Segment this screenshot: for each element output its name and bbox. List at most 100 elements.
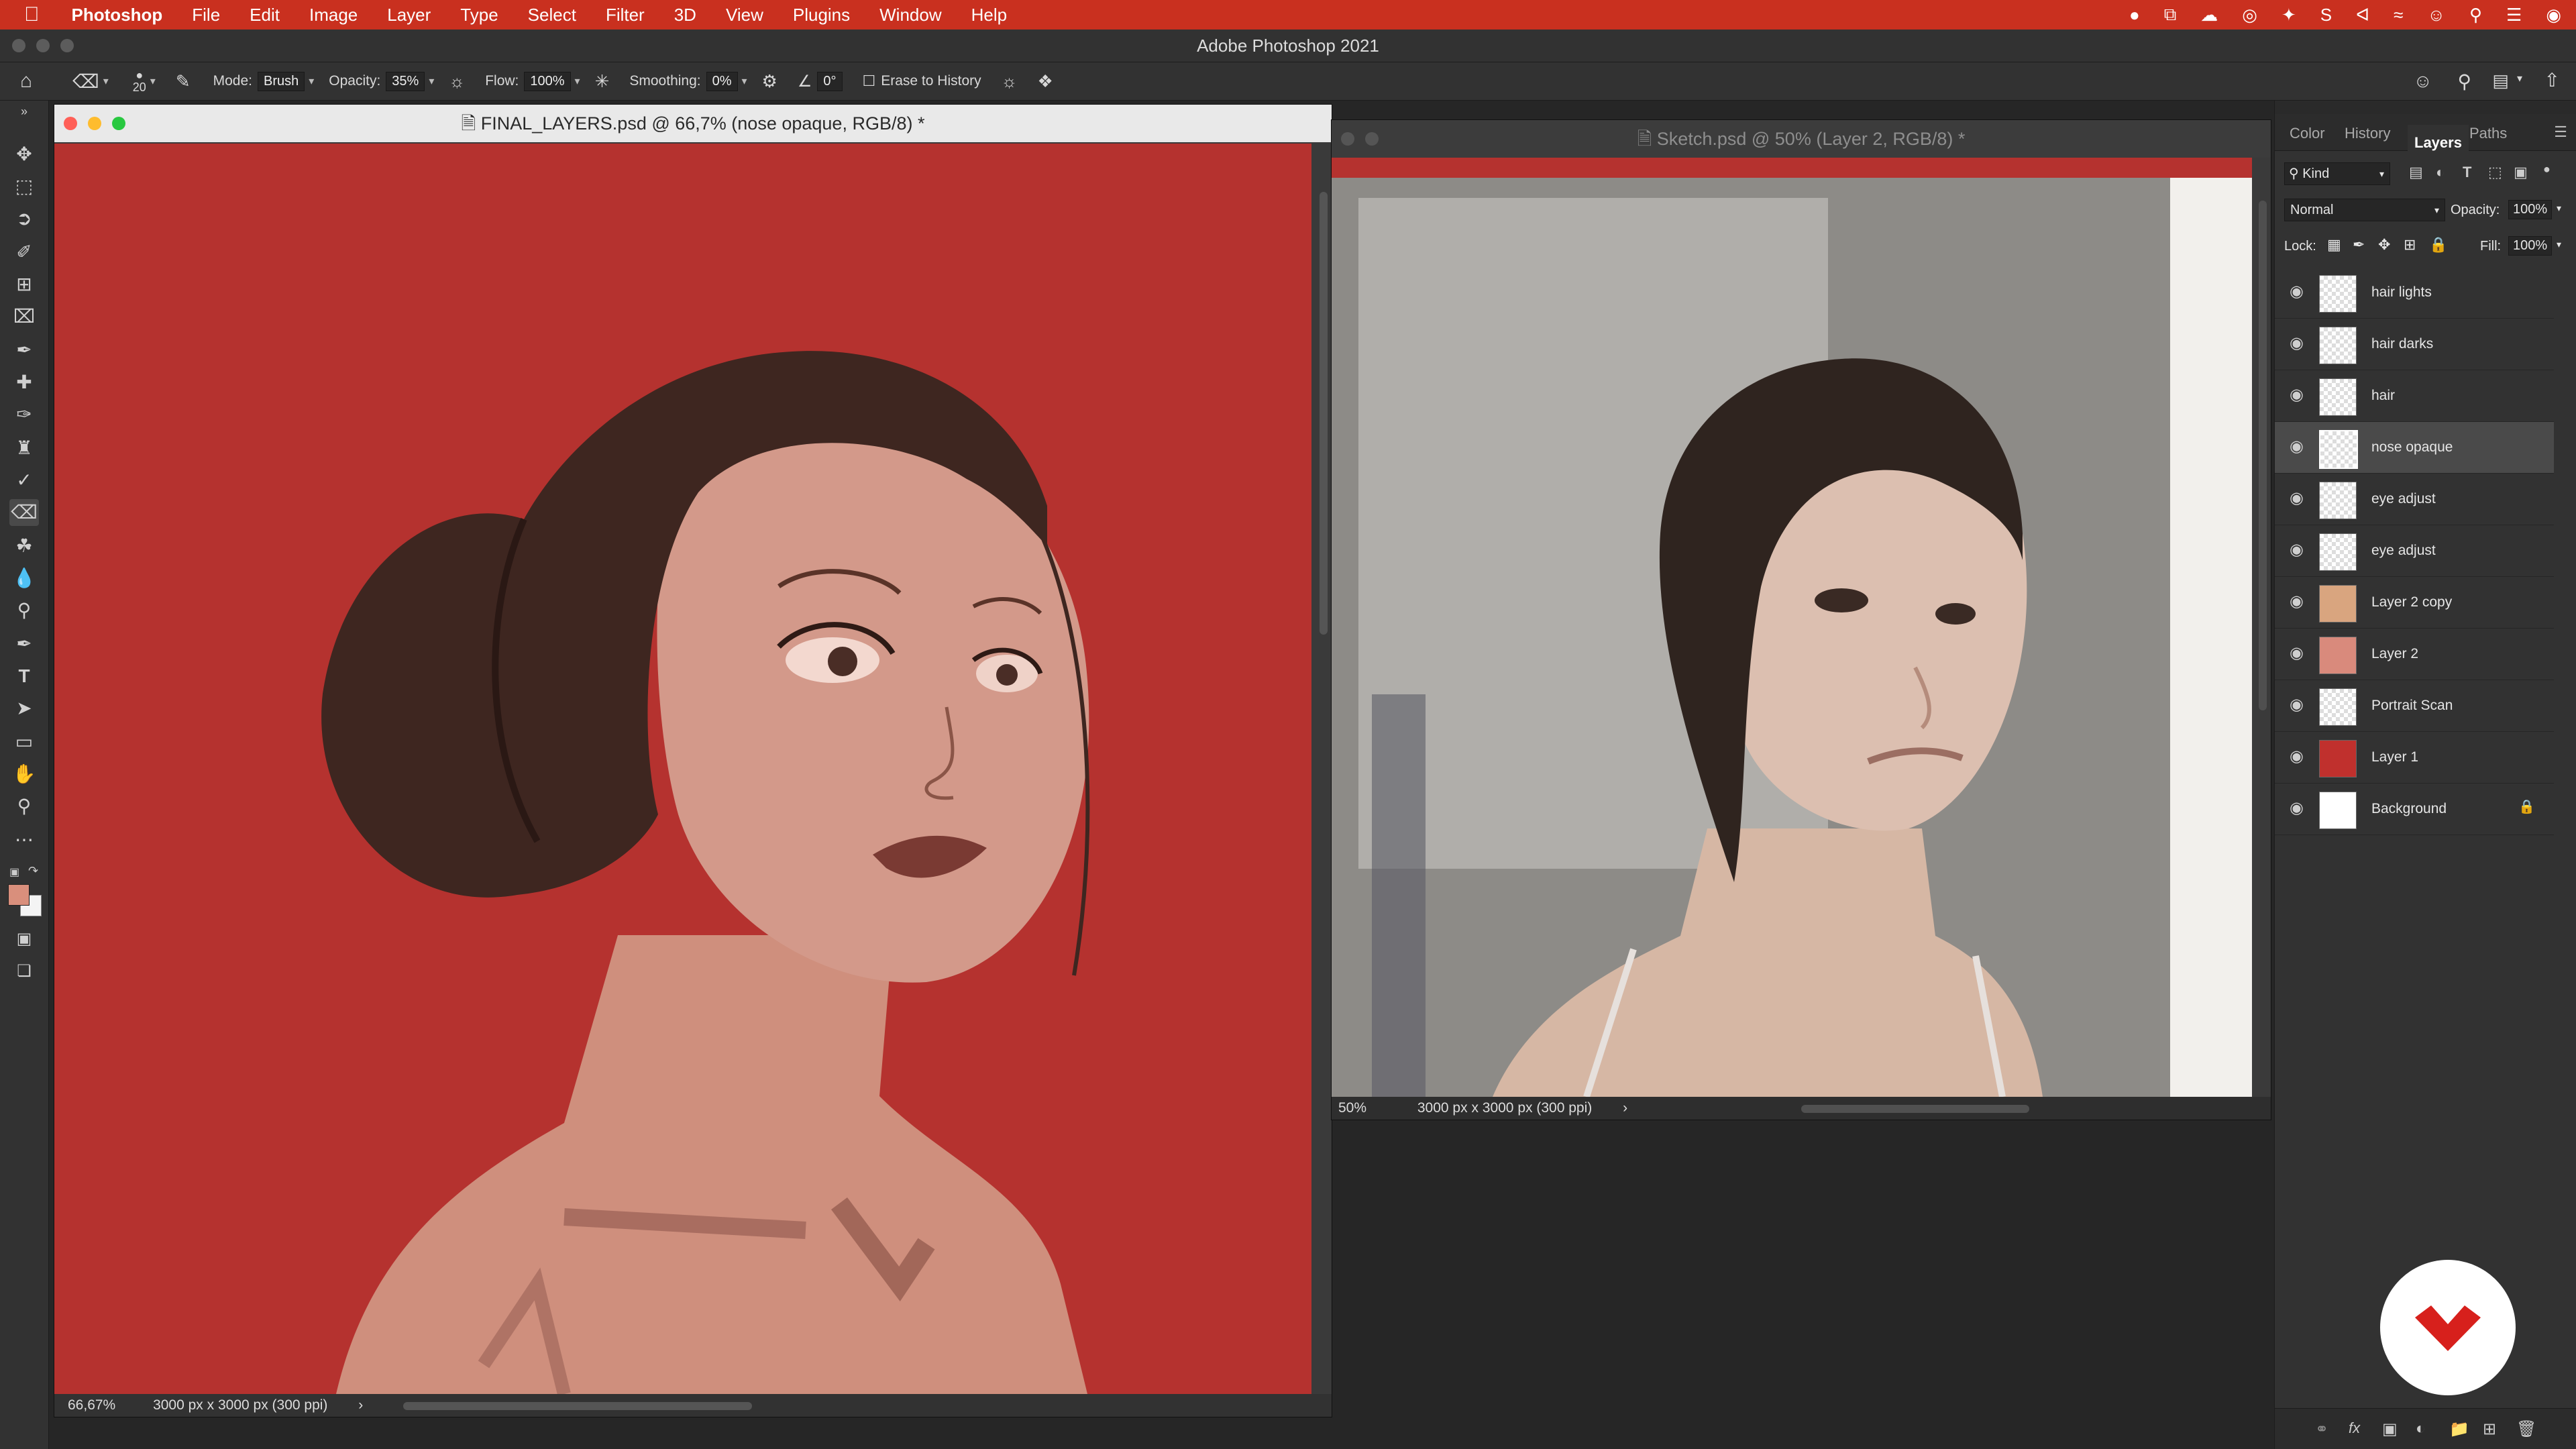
opacity-field[interactable]: 35% <box>386 71 425 91</box>
eye-visibility-icon[interactable]: ◉ <box>2290 437 2304 456</box>
airbrush-icon[interactable]: ✳ <box>595 71 610 92</box>
layer-row[interactable]: ◉ hair darks <box>2275 319 2554 370</box>
menu-select[interactable]: Select <box>528 5 576 25</box>
home-icon[interactable]: ⌂ <box>20 70 32 93</box>
spotlight-icon[interactable]: ⚲ <box>2469 5 2482 25</box>
vertical-scrollbar[interactable] <box>1320 192 1328 635</box>
pressure-size-icon[interactable]: ☼ <box>1002 71 1018 92</box>
opacity-chevron-icon[interactable]: ▾ <box>429 74 434 88</box>
tab-history[interactable]: History <box>2345 125 2390 142</box>
eye-visibility-icon[interactable]: ◉ <box>2290 695 2304 714</box>
document-tab-sketch[interactable]: 🗎 Sketch.psd @ 50% (Layer 2, RGB/8) * <box>1332 120 2271 158</box>
badge-icon[interactable]: ✦ <box>2282 5 2296 25</box>
crop-tool-icon[interactable]: ⊞ <box>9 271 39 298</box>
blend-mode-select[interactable]: Normal ▾ <box>2284 199 2445 221</box>
layer-name[interactable]: Portrait Scan <box>2371 698 2453 714</box>
menu-view[interactable]: View <box>726 5 763 25</box>
layer-row[interactable]: ◉ Layer 1 <box>2275 732 2554 784</box>
menu-image[interactable]: Image <box>309 5 358 25</box>
bluetooth-icon[interactable]: ᐊ <box>2356 5 2369 25</box>
paint-bucket-tool-icon[interactable]: ☘ <box>9 533 39 559</box>
history-brush-tool-icon[interactable]: ✓ <box>9 467 39 494</box>
search-icon[interactable]: ⚲ <box>2457 70 2471 93</box>
blur-tool-icon[interactable]: 💧 <box>9 565 39 592</box>
menu-app-name[interactable]: Photoshop <box>72 5 163 25</box>
creative-cloud-icon[interactable]: ◎ <box>2242 5 2257 25</box>
eraser-tool-icon[interactable]: ⌫ <box>72 70 99 93</box>
layer-name[interactable]: eye adjust <box>2371 491 2436 507</box>
lock-transparent-icon[interactable]: ▦ <box>2327 236 2341 254</box>
eye-visibility-icon[interactable]: ◉ <box>2290 385 2304 405</box>
eye-visibility-icon[interactable]: ◉ <box>2290 747 2304 766</box>
tool-preset-chevron-icon[interactable]: ▾ <box>103 74 109 88</box>
brush-tool-icon[interactable]: ✑ <box>9 401 39 428</box>
menu-filter[interactable]: Filter <box>606 5 645 25</box>
horizontal-scrollbar[interactable] <box>403 1402 752 1410</box>
eye-visibility-icon[interactable]: ◉ <box>2290 488 2304 508</box>
layer-row[interactable]: ◉ eye adjust <box>2275 474 2554 525</box>
skype-icon[interactable]: S <box>2320 5 2332 25</box>
menu-edit[interactable]: Edit <box>250 5 280 25</box>
sketch-vertical-scrollbar[interactable] <box>2259 201 2267 710</box>
new-group-icon[interactable]: 📁 <box>2449 1419 2469 1439</box>
eye-visibility-icon[interactable]: ◉ <box>2290 798 2304 818</box>
layer-row[interactable]: ◉ Layer 2 copy <box>2275 577 2554 629</box>
brush-size-picker[interactable]: ● 20 <box>133 69 146 93</box>
minimize-doc-dot[interactable] <box>88 117 101 130</box>
sketch-close-dot[interactable] <box>1341 132 1354 146</box>
layer-row[interactable]: ◉ hair lights <box>2275 267 2554 319</box>
menu-window[interactable]: Window <box>879 5 941 25</box>
layer-opacity-field[interactable]: 100% <box>2508 200 2553 219</box>
zoom-level[interactable]: 66,67% <box>68 1397 115 1413</box>
symmetry-icon[interactable]: ❖ <box>1037 71 1053 92</box>
eyedropper-tool-icon[interactable]: ✒ <box>9 337 39 364</box>
screen-mode-icon[interactable]: ❏ <box>9 958 39 985</box>
layer-row[interactable]: ◉ hair <box>2275 370 2554 422</box>
share-icon[interactable]: ⇧ <box>2544 69 2560 91</box>
layer-style-icon[interactable]: fx <box>2349 1419 2360 1437</box>
layer-opacity-chevron-icon[interactable]: ▾ <box>2557 203 2561 214</box>
lock-artboard-icon[interactable]: ⊞ <box>2404 236 2416 254</box>
sketch-minimize-dot[interactable] <box>1365 132 1379 146</box>
workspace-icon[interactable]: ▤ <box>2492 70 2509 91</box>
move-tool-icon[interactable]: ✥ <box>9 141 39 168</box>
share-user-icon[interactable]: ☺ <box>2413 70 2432 92</box>
layer-row[interactable]: ◉ nose opaque <box>2275 422 2554 474</box>
filter-shape-icon[interactable]: ⬚ <box>2488 164 2502 181</box>
layer-row[interactable]: ◉ eye adjust <box>2275 525 2554 577</box>
layer-name[interactable]: hair darks <box>2371 336 2433 352</box>
layer-row[interactable]: ◉ Layer 2 <box>2275 629 2554 680</box>
close-doc-dot[interactable] <box>64 117 77 130</box>
menu-help[interactable]: Help <box>971 5 1007 25</box>
menu-file[interactable]: File <box>192 5 220 25</box>
screens-icon[interactable]: ⧉ <box>2164 4 2177 25</box>
erase-history-checkbox[interactable]: ☐ <box>863 72 876 90</box>
lock-all-icon[interactable]: 🔒 <box>2429 236 2447 254</box>
layer-row[interactable]: ◉ Portrait Scan <box>2275 680 2554 732</box>
menu-plugins[interactable]: Plugins <box>793 5 850 25</box>
lock-pixels-icon[interactable]: ✒ <box>2353 236 2365 254</box>
filter-pixel-icon[interactable]: ▤ <box>2409 164 2423 181</box>
layer-name[interactable]: Layer 2 <box>2371 646 2418 662</box>
brush-picker-chevron-icon[interactable]: ▾ <box>150 74 156 88</box>
wifi-icon[interactable]: ≈ <box>2394 5 2403 25</box>
filter-smart-object-icon[interactable]: ▣ <box>2514 164 2528 181</box>
status-chevron-icon[interactable]: › <box>358 1397 363 1413</box>
eye-visibility-icon[interactable]: ◉ <box>2290 643 2304 663</box>
fill-field[interactable]: 100% <box>2508 236 2553 256</box>
tab-color[interactable]: Color <box>2290 125 2325 142</box>
layer-name[interactable]: hair <box>2371 388 2395 404</box>
layer-name[interactable]: Layer 2 copy <box>2371 594 2452 610</box>
filter-adjustment-icon[interactable]: ◐ <box>2436 164 2445 181</box>
pressure-opacity-icon[interactable]: ☼ <box>449 71 465 92</box>
menu-3d[interactable]: 3D <box>674 5 696 25</box>
type-tool-icon[interactable]: T <box>9 663 39 690</box>
path-select-tool-icon[interactable]: ➤ <box>9 695 39 722</box>
sketch-status-chevron-icon[interactable]: › <box>1623 1100 1627 1116</box>
dodge-tool-icon[interactable]: ⚲ <box>9 597 39 624</box>
filter-type-icon[interactable]: T <box>2463 164 2471 181</box>
zoom-tool-icon[interactable]: ⚲ <box>9 793 39 820</box>
stamp-tool-icon[interactable]: ♜ <box>9 435 39 462</box>
layer-kind-filter[interactable]: ⚲ Kind ▾ <box>2284 162 2390 185</box>
layer-name[interactable]: hair lights <box>2371 284 2432 301</box>
